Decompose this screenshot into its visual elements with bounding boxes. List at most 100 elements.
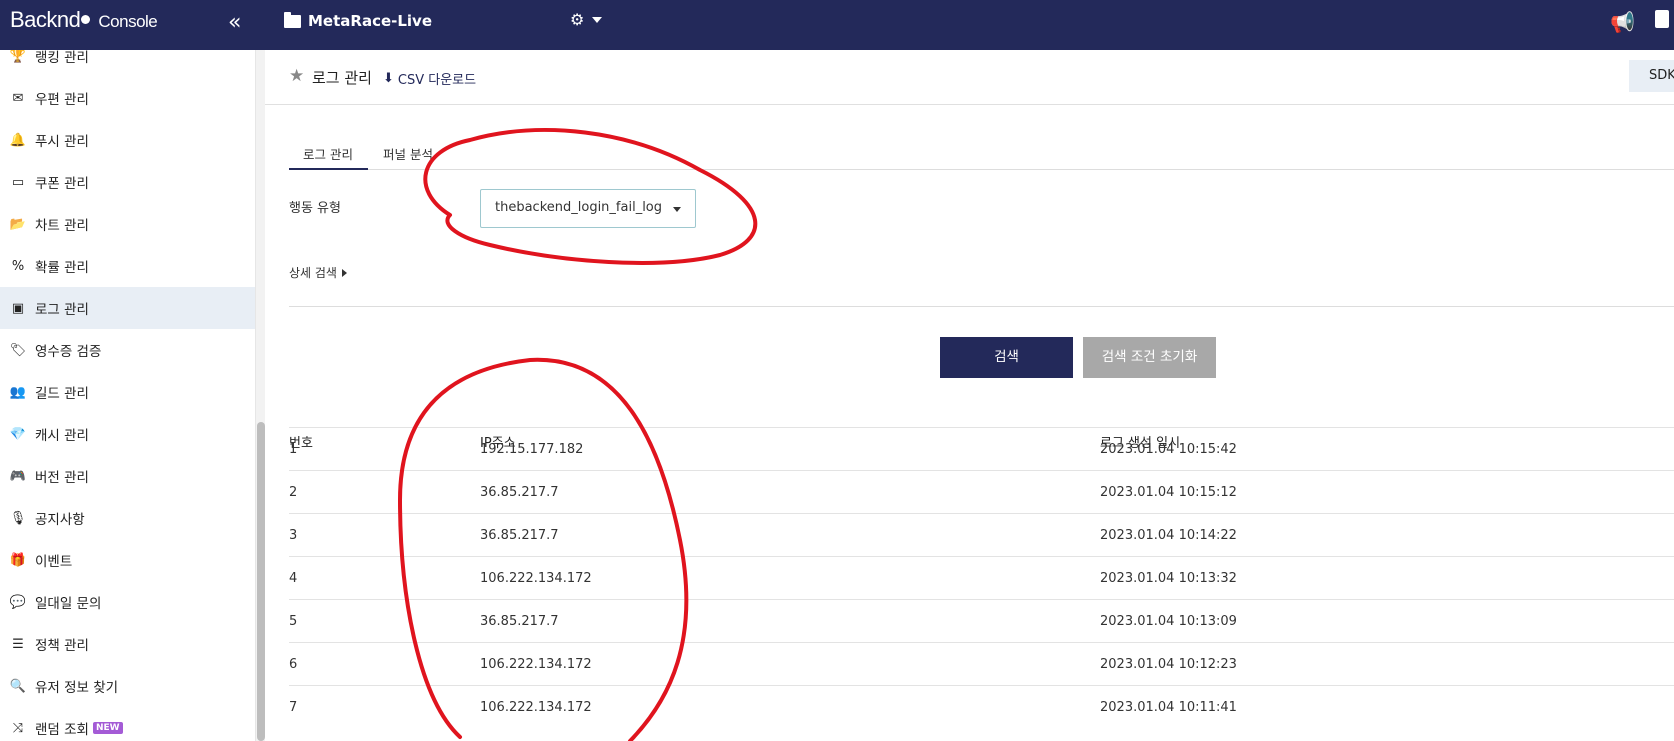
row-ip: 106.222.134.172 [480,571,592,586]
sidebar-item-label: 우편 관리 [35,92,89,108]
row-number: 7 [289,700,298,715]
archive-icon: ▣ [11,300,25,316]
sidebar-scrollbar[interactable] [255,50,265,741]
gem-icon: 💎 [9,426,27,442]
caret-right-icon [341,268,347,277]
star-icon[interactable]: ★ [289,66,304,86]
row-number: 1 [289,442,298,457]
sidebar-item-label: 푸시 관리 [35,134,89,150]
sidebar-item-label: 쿠폰 관리 [35,176,89,192]
row-date: 2023.01.04 10:15:12 [1100,485,1237,500]
page-title: 로그 관리 [312,69,372,87]
double-chevron-left-icon[interactable]: « [228,10,241,35]
csv-download-button[interactable]: ⬇ CSV 다운로드 [383,69,476,88]
sidebar-item-mail[interactable]: ✉ 우편 관리 [0,77,255,119]
sidebar-item-ranking[interactable]: 🏆 랭킹 관리 [0,50,255,77]
gear-icon: ⚙ [570,10,585,29]
sdk-button[interactable]: SDK [1629,60,1674,92]
sidebar-item-label: 버전 관리 [35,470,89,486]
sidebar-item-label: 랜덤 조회 [35,722,89,738]
row-number: 4 [289,571,298,586]
tags-icon: 🏷 [9,342,27,358]
detail-search-toggle[interactable]: 상세 검색 [289,264,347,281]
settings-dropdown[interactable]: ⚙ [570,10,603,29]
microphone-icon: 🎙 [9,510,27,526]
row-date: 2023.01.04 10:14:22 [1100,528,1237,543]
project-name: MetaRace-Live [308,12,433,30]
row-ip: 36.85.217.7 [480,528,559,543]
table-row[interactable]: 1 192.15.177.182 2023.01.04 10:15:42 [289,427,1674,470]
row-date: 2023.01.04 10:11:41 [1100,700,1237,715]
search-button[interactable]: 검색 [940,337,1073,378]
logo[interactable]: Backnd Console [10,7,158,33]
divider [289,306,1674,307]
sidebar-item-label: 정책 관리 [35,638,89,654]
tab-funnel-analysis[interactable]: 퍼널 분석 [369,136,447,170]
top-bar: Backnd Console « MetaRace-Live ⚙ 📢 [0,0,1674,50]
table-row[interactable]: 7 106.222.134.172 2023.01.04 10:11:41 [289,685,1674,728]
console-label: Console [98,12,158,31]
sidebar-item-inquiry[interactable]: 💬 일대일 문의 [0,581,255,623]
csv-download-label: CSV 다운로드 [397,73,477,88]
folder-open-icon: 📂 [9,216,27,232]
search-icon: 🔍 [9,678,27,694]
tab-log-management[interactable]: 로그 관리 [289,136,368,170]
document-icon[interactable] [1655,10,1669,28]
row-date: 2023.01.04 10:13:09 [1100,614,1237,629]
sidebar-item-label: 일대일 문의 [35,596,102,612]
reset-search-button[interactable]: 검색 조건 초기화 [1083,337,1216,378]
action-type-select[interactable]: thebackend_login_fail_log [480,189,696,228]
action-type-label: 행동 유형 [289,201,341,216]
caret-down-icon [673,207,681,212]
sidebar-item-label: 랭킹 관리 [35,50,89,66]
main-content: ★ 로그 관리 ⬇ CSV 다운로드 SDK 로그 관리 퍼널 분석 행동 유형… [265,50,1674,741]
sidebar-scrollbar-thumb[interactable] [257,422,265,741]
row-number: 5 [289,614,298,629]
sidebar-item-label: 유저 정보 찾기 [35,680,119,696]
download-icon: ⬇ [383,71,394,86]
gamepad-icon: 🎮 [9,468,27,484]
sidebar-item-policy[interactable]: ☰ 정책 관리 [0,623,255,665]
project-selector[interactable]: MetaRace-Live [284,11,433,30]
sidebar-item-cash[interactable]: 💎 캐시 관리 [0,413,255,455]
sidebar-item-label: 이벤트 [35,554,73,570]
sidebar-item-event[interactable]: 🎁 이벤트 [0,539,255,581]
table-row[interactable]: 5 36.85.217.7 2023.01.04 10:13:09 [289,599,1674,642]
row-date: 2023.01.04 10:13:32 [1100,571,1237,586]
sidebar-item-label: 길드 관리 [35,386,89,402]
folder-icon [284,11,301,28]
sidebar-item-coupon[interactable]: ▭ 쿠폰 관리 [0,161,255,203]
sidebar-item-version[interactable]: 🎮 버전 관리 [0,455,255,497]
ticket-icon: ▭ [11,174,25,190]
sidebar-item-label: 영수증 검증 [35,344,102,360]
list-check-icon: ☰ [12,636,24,652]
sidebar-item-guild[interactable]: 👥 길드 관리 [0,371,255,413]
shuffle-icon: ⤨ [12,720,24,736]
row-ip: 106.222.134.172 [480,657,592,672]
sidebar-item-label: 로그 관리 [35,302,89,318]
envelope-icon: ✉ [12,90,24,106]
sidebar-item-label: 차트 관리 [35,218,89,234]
sidebar-item-chart[interactable]: 📂 차트 관리 [0,203,255,245]
new-badge: NEW [92,722,123,734]
table-row[interactable]: 2 36.85.217.7 2023.01.04 10:15:12 [289,470,1674,513]
megaphone-icon[interactable]: 📢 [1610,10,1635,34]
row-number: 3 [289,528,298,543]
row-ip: 36.85.217.7 [480,614,559,629]
sidebar-item-receipt[interactable]: 🏷 영수증 검증 [0,329,255,371]
sidebar-item-random[interactable]: ⤨ 랜덤 조회 NEW [0,707,255,741]
percent-icon: % [11,258,25,274]
sidebar-item-log[interactable]: ▣ 로그 관리 [0,287,255,329]
sidebar-item-probability[interactable]: % 확률 관리 [0,245,255,287]
row-number: 6 [289,657,298,672]
sidebar-item-push[interactable]: 🔔 푸시 관리 [0,119,255,161]
table-row[interactable]: 6 106.222.134.172 2023.01.04 10:12:23 [289,642,1674,685]
sidebar-item-user-search[interactable]: 🔍 유저 정보 찾기 [0,665,255,707]
row-ip: 192.15.177.182 [480,442,584,457]
row-number: 2 [289,485,298,500]
users-icon: 👥 [9,384,27,400]
page-header: ★ 로그 관리 ⬇ CSV 다운로드 SDK [265,50,1674,105]
table-row[interactable]: 4 106.222.134.172 2023.01.04 10:13:32 [289,556,1674,599]
table-row[interactable]: 3 36.85.217.7 2023.01.04 10:14:22 [289,513,1674,556]
sidebar-item-notice[interactable]: 🎙 공지사항 [0,497,255,539]
